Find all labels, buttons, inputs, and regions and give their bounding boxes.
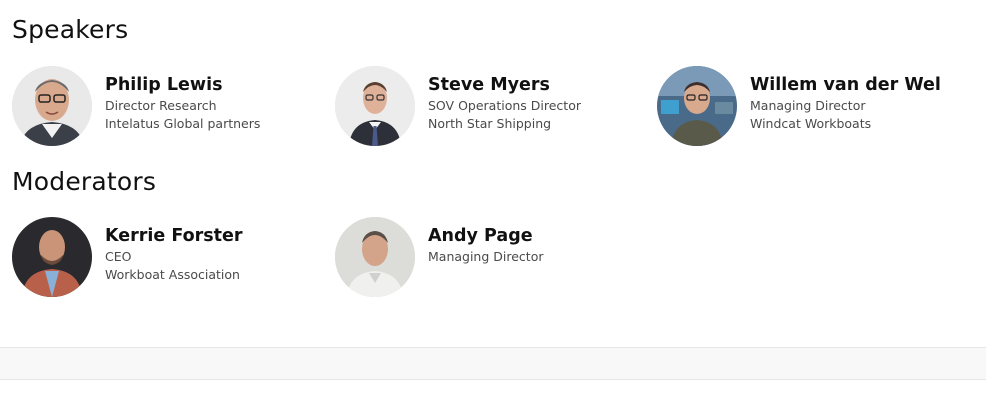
moderator-company: Workboat Association xyxy=(105,267,240,282)
speaker-name[interactable]: Steve Myers xyxy=(428,74,581,96)
speaker-company: North Star Shipping xyxy=(428,116,552,131)
speaker-card-willem-van-der-wel[interactable]: Willem van der Wel Managing Director Win… xyxy=(657,66,967,146)
speaker-name[interactable]: Willem van der Wel xyxy=(750,74,941,96)
moderator-info: Andy Page Managing Director xyxy=(428,225,543,266)
moderator-name[interactable]: Andy Page xyxy=(428,225,543,247)
speaker-company: Windcat Workboats xyxy=(750,116,872,131)
moderator-card-kerrie-forster[interactable]: Kerrie Forster CEO Workboat Association xyxy=(12,217,322,297)
moderator-card-andy-page[interactable]: Andy Page Managing Director xyxy=(335,217,645,297)
portrait-photo-icon xyxy=(12,217,92,297)
speaker-title: Director Research xyxy=(105,98,217,113)
portrait-photo-icon xyxy=(335,66,415,146)
avatar[interactable] xyxy=(335,66,415,146)
footer-divider-band xyxy=(0,347,986,380)
avatar[interactable] xyxy=(12,66,92,146)
moderator-info: Kerrie Forster CEO Workboat Association xyxy=(105,225,243,284)
speaker-card-philip-lewis[interactable]: Philip Lewis Director Research Intelatus… xyxy=(12,66,322,146)
speaker-name[interactable]: Philip Lewis xyxy=(105,74,260,96)
portrait-photo-icon xyxy=(657,66,737,146)
speaker-info: Philip Lewis Director Research Intelatus… xyxy=(105,74,260,133)
speaker-info: Willem van der Wel Managing Director Win… xyxy=(750,74,941,133)
speaker-info: Steve Myers SOV Operations Director Nort… xyxy=(428,74,581,133)
avatar[interactable] xyxy=(12,217,92,297)
portrait-photo-icon xyxy=(12,66,92,146)
avatar[interactable] xyxy=(335,217,415,297)
speaker-title: Managing Director xyxy=(750,98,866,113)
speaker-company: Intelatus Global partners xyxy=(105,116,261,131)
moderator-title: CEO xyxy=(105,249,132,264)
page: Speakers Philip Lewis Director Research … xyxy=(0,0,986,402)
moderator-title: Managing Director xyxy=(428,249,544,264)
speaker-card-steve-myers[interactable]: Steve Myers SOV Operations Director Nort… xyxy=(335,66,645,146)
avatar[interactable] xyxy=(657,66,737,146)
moderator-name[interactable]: Kerrie Forster xyxy=(105,225,243,247)
speaker-title: SOV Operations Director xyxy=(428,98,581,113)
speakers-heading: Speakers xyxy=(12,15,129,44)
moderators-heading: Moderators xyxy=(12,167,157,196)
portrait-photo-icon xyxy=(335,217,415,297)
